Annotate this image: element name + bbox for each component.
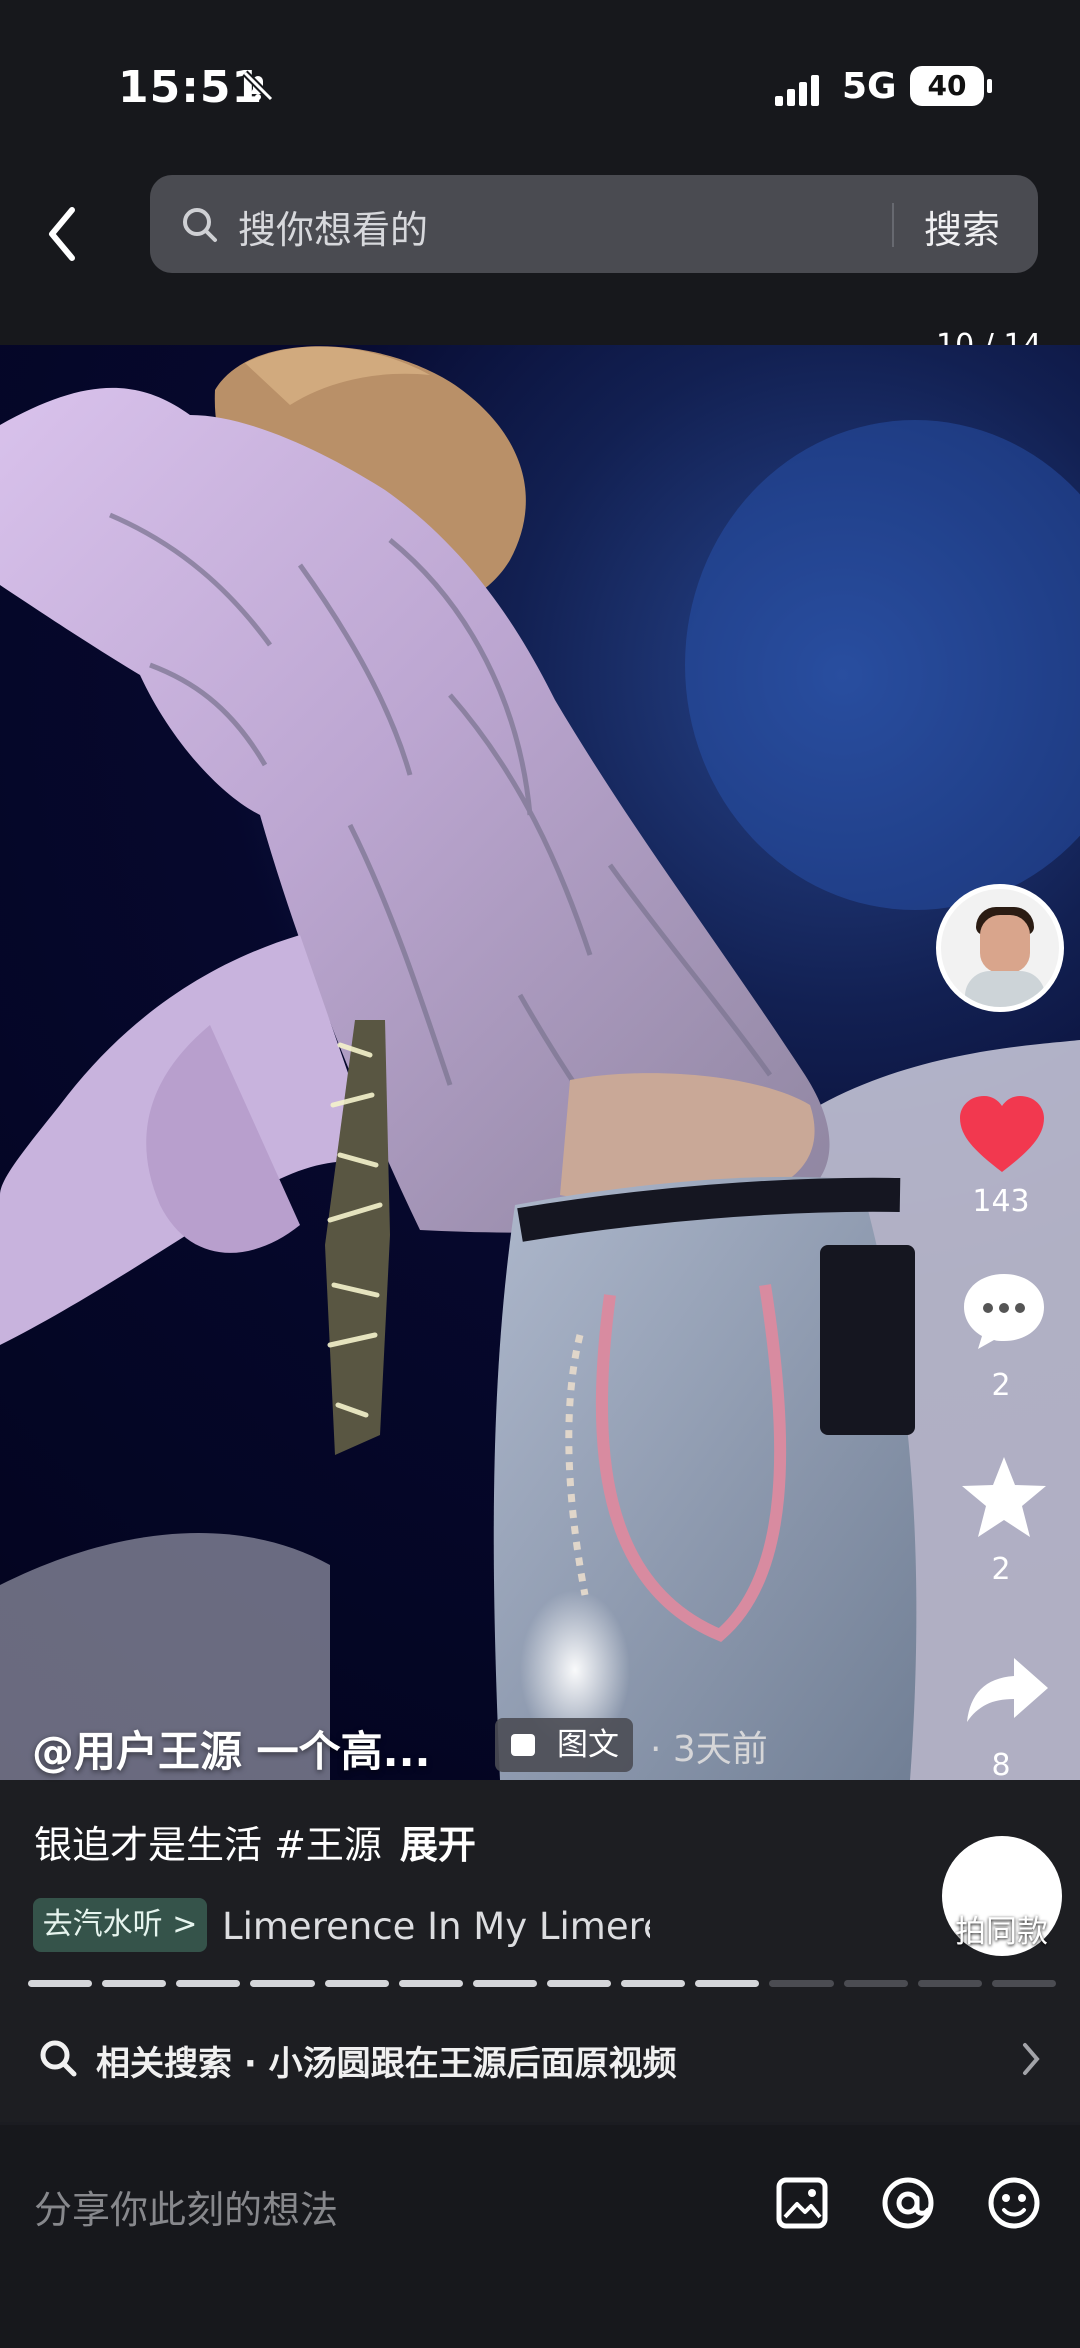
- comment-input[interactable]: 分享你此刻的想法: [34, 2179, 338, 2234]
- share-count: 8: [991, 1748, 1011, 1783]
- action-rail: 143 2 2 8: [936, 884, 1066, 1784]
- performer-photo: [0, 346, 1080, 1780]
- comment-bubble-icon[interactable]: [960, 1270, 1048, 1352]
- progress-segment: [176, 1980, 241, 1987]
- related-search-text[interactable]: 相关搜索 · 小汤圆跟在王源后面原视频: [96, 2036, 677, 2085]
- progress-segment: [769, 1980, 834, 1987]
- progress-segment: [324, 1980, 389, 1987]
- battery-indicator: 40: [910, 66, 992, 106]
- progress-segment: [250, 1980, 315, 1987]
- progress-segment: [398, 1980, 463, 1987]
- chevron-right-icon[interactable]: [1022, 2042, 1040, 2076]
- image-icon[interactable]: [774, 2175, 830, 2231]
- search-icon: [183, 208, 217, 242]
- progress-segment: [621, 1980, 686, 1987]
- image-text-icon: [511, 1734, 535, 1756]
- status-bar: 15:51 5G 40: [0, 0, 1080, 170]
- muted-bell-icon: [242, 70, 274, 102]
- related-search[interactable]: 相关搜索 · 小汤圆跟在王源后面原视频: [0, 2000, 1080, 2122]
- post-description[interactable]: 银追才是生活 #王源 展开: [34, 1814, 476, 1869]
- star-icon[interactable]: [960, 1454, 1048, 1542]
- post-photo[interactable]: [0, 345, 1080, 1780]
- progress-segment: [28, 1980, 93, 1987]
- progress-segment: [472, 1980, 537, 1987]
- avatar-face: [980, 915, 1030, 973]
- progress-segment: [102, 1980, 167, 1987]
- signal-icon: [775, 75, 819, 106]
- post-type-label: 图文: [557, 1727, 619, 1763]
- search-bar[interactable]: 搜你想看的 搜索: [150, 175, 1038, 273]
- music-app-tag[interactable]: 去汽水听 >: [33, 1898, 207, 1952]
- at-icon[interactable]: [880, 2175, 936, 2231]
- favorite-count: 2: [991, 1552, 1011, 1587]
- author-avatar[interactable]: [936, 884, 1064, 1012]
- emoji-icon[interactable]: [986, 2175, 1042, 2231]
- comment-count: 2: [991, 1368, 1011, 1403]
- search-input[interactable]: 搜你想看的: [238, 199, 428, 254]
- network-label: 5G: [842, 66, 897, 107]
- description-text: 银追才是生活 #王源: [34, 1823, 382, 1867]
- share-arrow-icon[interactable]: [964, 1654, 1050, 1726]
- chevron-left-icon[interactable]: [38, 198, 88, 270]
- comment-composer: 分享你此刻的想法: [0, 2125, 1080, 2348]
- expand-link[interactable]: 展开: [400, 1823, 476, 1867]
- heart-icon[interactable]: [956, 1094, 1048, 1176]
- progress-segment: [843, 1980, 908, 1987]
- progress-segment: [547, 1980, 612, 1987]
- post-age: · 3天前: [650, 1729, 768, 1770]
- search-icon: [40, 2040, 77, 2077]
- avatar-shirt: [965, 971, 1045, 1007]
- like-count: 143: [972, 1184, 1030, 1219]
- author-link[interactable]: @用户王源 一个高...: [32, 1718, 431, 1779]
- search-button[interactable]: 搜索: [924, 199, 1000, 254]
- music-title[interactable]: Limerence In My Limerence: [222, 1900, 650, 1954]
- progress-segment: [991, 1980, 1056, 1987]
- remake-label[interactable]: 拍同款: [955, 1906, 1048, 1951]
- search-header: 搜你想看的 搜索 10 / 14: [0, 170, 1080, 363]
- image-progress: [28, 1980, 1056, 1988]
- post-type-chip[interactable]: 图文: [495, 1718, 633, 1772]
- progress-segment: [917, 1980, 982, 1987]
- progress-segment: [695, 1980, 760, 1987]
- search-divider: [892, 203, 894, 247]
